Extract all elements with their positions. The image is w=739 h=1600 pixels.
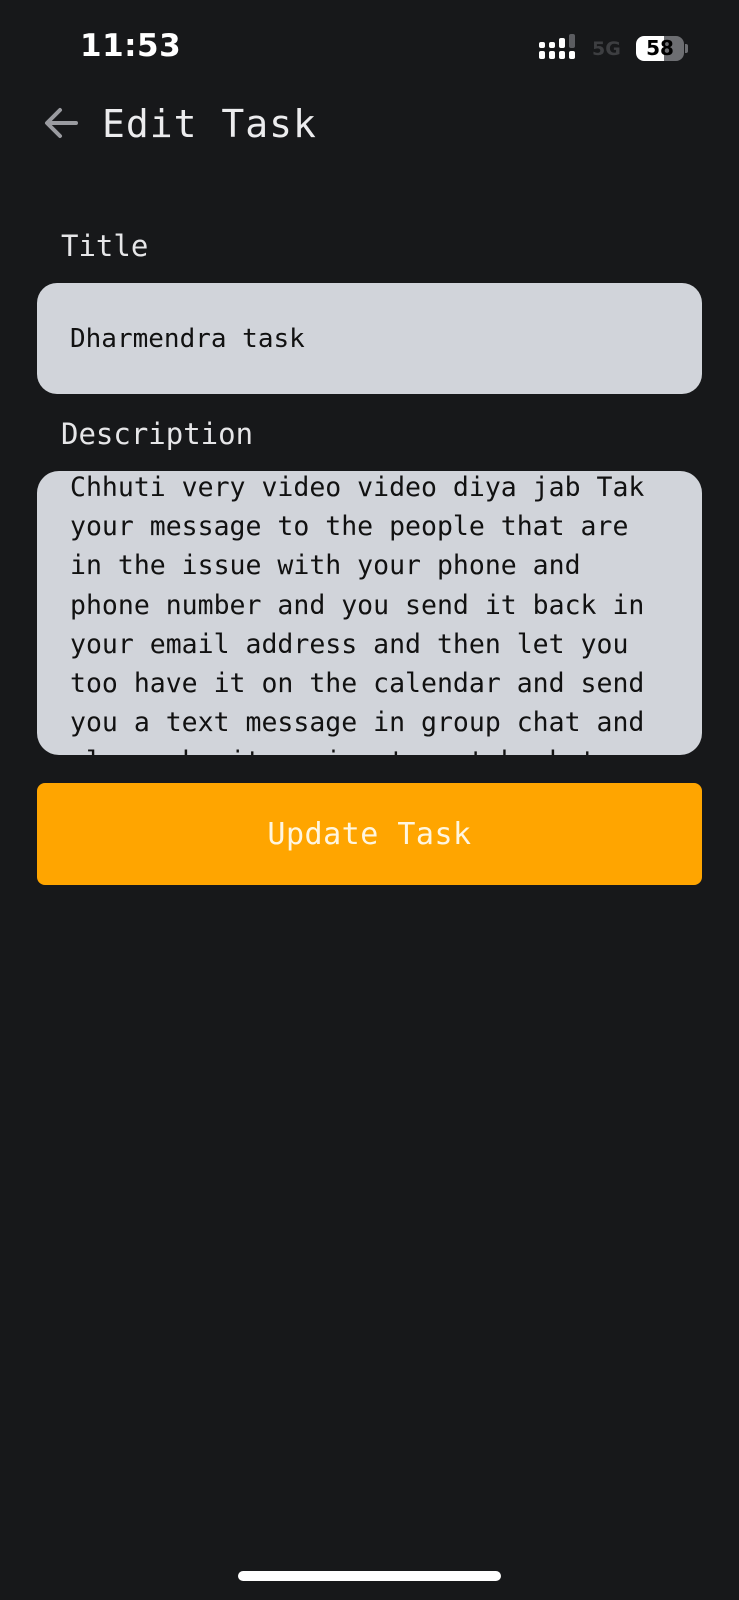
update-task-button[interactable]: Update Task <box>37 783 702 885</box>
network-type-label: 5G <box>592 38 621 60</box>
description-text: Chhuti very video video diya jab Tak you… <box>70 472 645 755</box>
page-title: Edit Task <box>102 102 317 146</box>
title-input[interactable] <box>37 283 702 394</box>
signal-strength-icon <box>539 34 575 59</box>
status-time: 11:53 <box>80 28 182 64</box>
description-textarea[interactable]: Chhuti very video video diya jab Tak you… <box>37 471 702 755</box>
arrow-left-icon <box>45 108 78 138</box>
battery-icon: 58 <box>636 34 688 62</box>
battery-cap <box>685 44 688 53</box>
title-label: Title <box>61 229 149 263</box>
app-header: Edit Task <box>0 92 739 156</box>
status-bar: 11:53 5G 58 <box>0 0 739 100</box>
home-indicator[interactable] <box>238 1571 501 1581</box>
battery-level-text: 58 <box>646 36 674 60</box>
description-label: Description <box>61 417 254 451</box>
back-button[interactable] <box>36 98 86 148</box>
